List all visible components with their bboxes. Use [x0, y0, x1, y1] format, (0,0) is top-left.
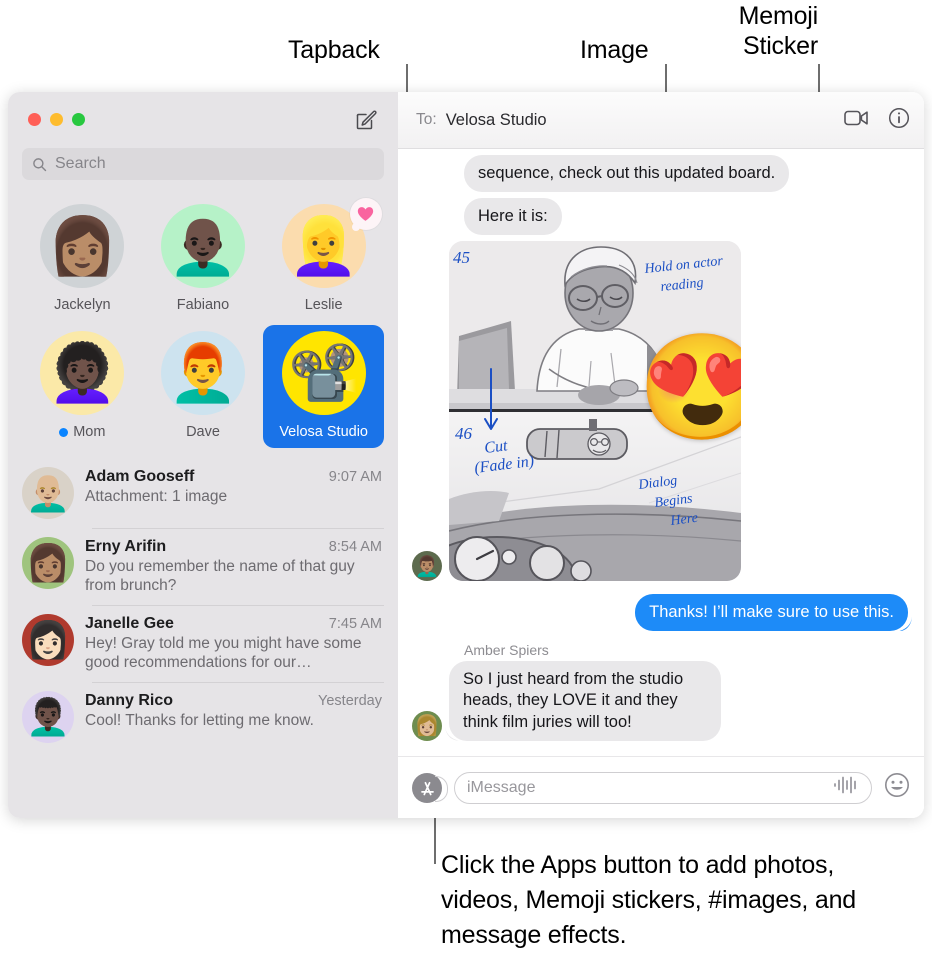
info-icon[interactable] [888, 107, 910, 134]
pinned-item-velosa-studio[interactable]: 📽️ Velosa Studio [263, 325, 384, 448]
search-icon [33, 157, 47, 171]
window-titlebar [8, 92, 398, 148]
conversation-name: Janelle Gee [85, 614, 174, 632]
message-row: Here it is: [464, 198, 908, 236]
pinned-item-dave[interactable]: 👨‍🦰 Dave [143, 325, 264, 448]
pinned-item-label: Jackelyn [54, 297, 111, 313]
conversation-row-adam-gooseff[interactable]: 👨🏼‍🦲 Adam Gooseff 9:07 AM Attachment: 1 … [8, 458, 398, 528]
avatar: 👩🏼 [412, 710, 442, 741]
svg-text:Cut: Cut [483, 437, 509, 457]
conversation-preview: Hey! Gray told me you might have some go… [85, 634, 362, 672]
conversation-list[interactable]: 👨🏼‍🦲 Adam Gooseff 9:07 AM Attachment: 1 … [8, 454, 398, 818]
message-input[interactable]: iMessage [454, 771, 872, 804]
message-sender-name: Amber Spiers [464, 642, 549, 659]
recipient-name[interactable]: Velosa Studio [446, 111, 547, 130]
avatar: 👩🏿‍🦱 [40, 331, 125, 415]
tapback-heart-badge[interactable] [349, 198, 382, 231]
callout-label-image: Image [580, 36, 649, 64]
apps-button[interactable] [412, 772, 448, 803]
search-input[interactable]: Search [22, 148, 384, 180]
unread-dot [59, 427, 69, 437]
message-row: 👩🏼 So I just heard from the studio heads… [412, 661, 908, 741]
sidebar: Search 👩🏽 Jackelyn 👨🏿‍🦲 Fabiano 👱‍♀️ [8, 92, 398, 818]
callout-caption-apps-button: Click the Apps button to add photos, vid… [441, 851, 856, 949]
conversation-time: 9:07 AM [328, 469, 382, 485]
message-row-image: 👨🏽‍🦱 [412, 241, 908, 582]
to-label: To: [416, 111, 437, 128]
avatar: 👩🏽 [22, 537, 74, 589]
message-thread[interactable]: sequence, check out this updated board. … [398, 149, 924, 756]
conversation-name: Erny Arifin [85, 538, 167, 555]
message-bubble-incoming[interactable]: So I just heard from the studio heads, t… [449, 661, 721, 741]
message-input-placeholder: iMessage [467, 778, 536, 796]
minimize-button[interactable] [50, 113, 63, 126]
avatar: 👨🏿‍🦱 [22, 690, 74, 743]
pinned-item-mom[interactable]: 👩🏿‍🦱 Mom [22, 325, 143, 448]
heart-icon [358, 207, 374, 221]
avatar: 📽️ [281, 331, 366, 415]
message-input-bar: iMessage [398, 756, 924, 818]
storyboard-image[interactable]: 45 46 Hold on actor reading Cut (Fade in… [449, 241, 741, 582]
callout-label-memoji-sticker: Memoji Sticker [738, 2, 819, 60]
conversation-time: 8:54 AM [328, 539, 382, 555]
pinned-conversations-grid: 👩🏽 Jackelyn 👨🏿‍🦲 Fabiano 👱‍♀️ [8, 180, 398, 454]
header-actions [844, 107, 910, 134]
pinned-item-label: Velosa Studio [279, 424, 368, 440]
avatar: 👨🏼‍🦲 [22, 467, 74, 519]
video-camera-icon[interactable] [844, 109, 870, 132]
messages-window: Search 👩🏽 Jackelyn 👨🏿‍🦲 Fabiano 👱‍♀️ [8, 92, 924, 818]
message-bubble-incoming[interactable]: Here it is: [464, 198, 562, 236]
avatar: 👩🏽 [40, 204, 125, 288]
message-pane: To: Velosa Studio sequence, check out th… [398, 92, 924, 818]
pinned-item-fabiano[interactable]: 👨🏿‍🦲 Fabiano [143, 198, 264, 321]
message-row: Thanks! I’ll make sure to use this. [412, 594, 908, 632]
pinned-item-label: Mom [59, 424, 105, 440]
callout-label-tapback: Tapback [288, 36, 380, 64]
conversation-row-erny-arifin[interactable]: 👩🏽 Erny Arifin 8:54 AM Do you remember t… [8, 528, 398, 605]
conversation-time: Yesterday [318, 692, 382, 709]
pinned-item-label: Fabiano [176, 297, 230, 313]
pinned-item-label: Dave [186, 424, 220, 440]
avatar: 👨‍🦰 [160, 331, 245, 415]
avatar: 👨🏽‍🦱 [412, 551, 442, 582]
svg-text:45: 45 [453, 248, 470, 267]
app-store-icon [420, 781, 434, 796]
message-bubble-incoming[interactable]: sequence, check out this updated board. [464, 155, 790, 193]
search-container: Search [8, 148, 398, 180]
pinned-item-label: Leslie [304, 297, 343, 313]
pinned-item-jackelyn[interactable]: 👩🏽 Jackelyn [22, 198, 143, 321]
conversation-name: Danny Rico [85, 691, 174, 709]
conversation-preview: Attachment: 1 image [85, 488, 228, 505]
avatar: 👨🏿‍🦲 [160, 204, 245, 288]
svg-text:46: 46 [455, 424, 473, 443]
conversation-time: 7:45 AM [328, 615, 382, 632]
emoji-icon[interactable] [884, 772, 910, 803]
conversation-preview: Cool! Thanks for letting me know. [85, 711, 314, 729]
close-button[interactable] [28, 113, 41, 126]
zoom-button[interactable] [72, 113, 85, 126]
audio-waveform-icon[interactable] [833, 776, 859, 799]
avatar: 👩🏻 [22, 613, 74, 666]
message-row: sequence, check out this updated board. [464, 155, 908, 193]
message-bubble-outgoing[interactable]: Thanks! I’ll make sure to use this. [635, 594, 908, 632]
compose-icon[interactable] [354, 108, 378, 132]
conversation-row-janelle-gee[interactable]: 👩🏻 Janelle Gee 7:45 AM Hey! Gray told me… [8, 604, 398, 682]
conversation-name: Adam Gooseff [85, 468, 195, 485]
pinned-item-leslie[interactable]: 👱‍♀️ Leslie [263, 198, 384, 321]
conversation-preview: Do you remember the name of that guy fro… [85, 558, 355, 595]
conversation-header: To: Velosa Studio [398, 92, 924, 149]
search-placeholder: Search [55, 155, 106, 172]
conversation-row-danny-rico[interactable]: 👨🏿‍🦱 Danny Rico Yesterday Cool! Thanks f… [8, 681, 398, 752]
